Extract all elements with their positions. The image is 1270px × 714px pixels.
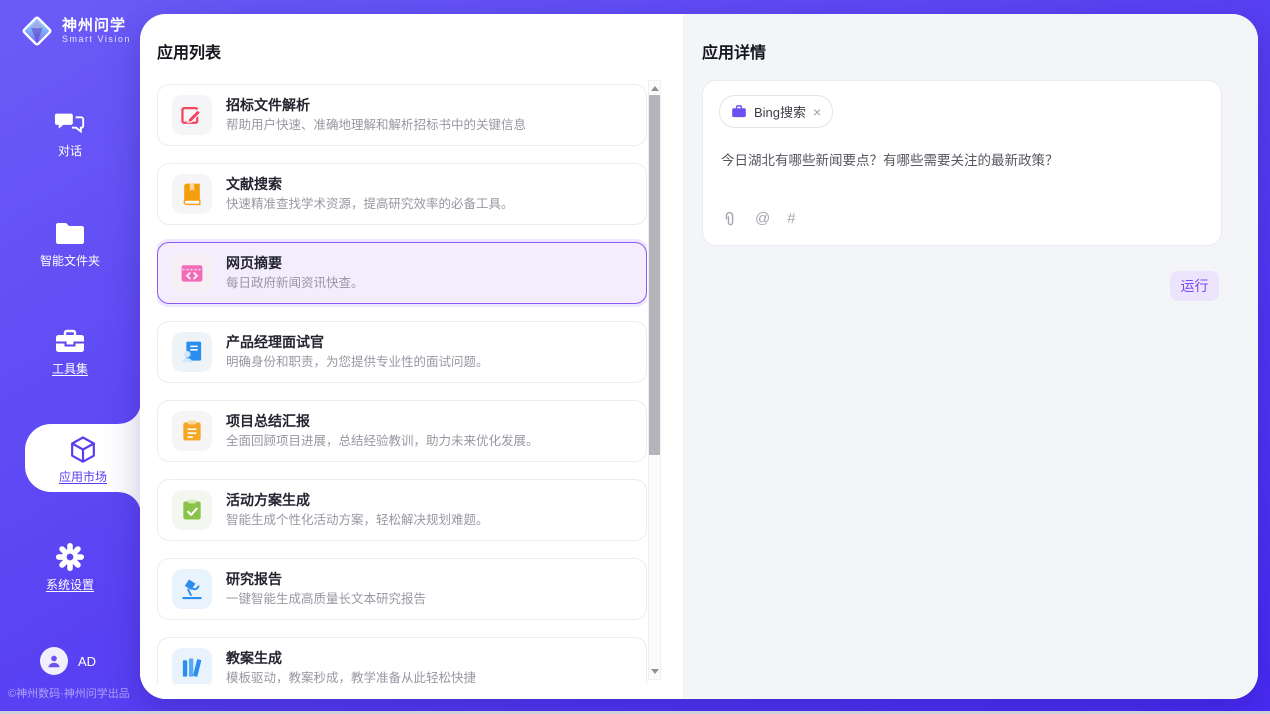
app-card-bid-document-analysis[interactable]: 招标文件解析 帮助用户快速、准确地理解和解析招标书中的关键信息 <box>157 84 647 146</box>
sidebar-item-label: 对话 <box>58 142 82 159</box>
app-card-texts: 招标文件解析 帮助用户快速、准确地理解和解析招标书中的关键信息 <box>226 96 526 134</box>
app-name: 项目总结汇报 <box>226 412 539 430</box>
browser-icon <box>172 253 212 293</box>
user-icon <box>40 647 68 675</box>
app-name: 文献搜索 <box>226 175 514 193</box>
sidebar-item-toolset[interactable]: 工具集 <box>0 326 140 378</box>
app-description: 智能生成个性化活动方案，轻松解决规划难题。 <box>226 512 489 529</box>
app-list: 招标文件解析 帮助用户快速、准确地理解和解析招标书中的关键信息 文献搜索 快速精… <box>157 84 647 684</box>
sidebar-item-app-market[interactable]: 应用市场 <box>25 424 141 492</box>
app-description: 全面回顾项目进展，总结经验教训，助力未来优化发展。 <box>226 433 539 450</box>
sidebar-item-label: 工具集 <box>52 360 88 377</box>
app-name: 研究报告 <box>226 570 426 588</box>
app-card-texts: 活动方案生成 智能生成个性化活动方案，轻松解决规划难题。 <box>226 491 489 529</box>
scrollbar[interactable] <box>648 80 661 680</box>
prompt-text[interactable]: 今日湖北有哪些新闻要点？有哪些需要关注的最新政策？ <box>721 151 1205 170</box>
composer-card[interactable]: Bing搜索 × 今日湖北有哪些新闻要点？有哪些需要关注的最新政策？ @# <box>702 80 1222 246</box>
app-description: 每日政府新闻资讯快查。 <box>226 275 364 292</box>
sidebar-item-label: 智能文件夹 <box>40 252 100 269</box>
composer-toolbar: @# <box>721 210 796 228</box>
scroll-down-icon[interactable] <box>651 669 659 674</box>
gear-icon <box>54 542 86 572</box>
app-name: 招标文件解析 <box>226 96 526 114</box>
app-name: 活动方案生成 <box>226 491 489 509</box>
at-icon[interactable]: @ <box>755 210 770 228</box>
app-description: 模板驱动，教案秒成，教学准备从此轻松快捷 <box>226 670 476 684</box>
paperclip-icon[interactable] <box>721 210 738 228</box>
app-card-texts: 研究报告 一键智能生成高质量长文本研究报告 <box>226 570 426 608</box>
interviewer-icon <box>172 332 212 372</box>
app-description: 快速精准查找学术资源，提高研究效率的必备工具。 <box>226 196 514 213</box>
copyright-footer: ©神州数码·神州问学出品 <box>8 685 130 701</box>
hash-icon[interactable]: # <box>787 210 795 228</box>
app-card-event-plan[interactable]: 活动方案生成 智能生成个性化活动方案，轻松解决规划难题。 <box>157 479 647 541</box>
sidebar-item-chat[interactable]: 对话 <box>0 108 140 160</box>
tool-chip[interactable]: Bing搜索 × <box>719 95 833 128</box>
app-name: 网页摘要 <box>226 254 364 272</box>
bubble-curve-bottom <box>119 492 141 514</box>
app-detail-title: 应用详情 <box>702 39 766 63</box>
briefcase-icon <box>731 104 747 119</box>
app-list-title: 应用列表 <box>157 39 221 63</box>
sidebar-item-system-settings[interactable]: 系统设置 <box>0 542 140 594</box>
clipboard-icon <box>172 411 212 451</box>
books-icon <box>172 648 212 684</box>
page: 神州问学 Smart Vision 对话 智能文件夹 工具集 应用市场 系统设置 <box>0 0 1270 714</box>
app-card-texts: 文献搜索 快速精准查找学术资源，提高研究效率的必备工具。 <box>226 175 514 213</box>
user-row[interactable]: AD <box>40 647 96 675</box>
app-card-literature-search[interactable]: 文献搜索 快速精准查找学术资源，提高研究效率的必备工具。 <box>157 163 647 225</box>
app-card-lesson-plan[interactable]: 教案生成 模板驱动，教案秒成，教学准备从此轻松快捷 <box>157 637 647 684</box>
app-description: 一键智能生成高质量长文本研究报告 <box>226 591 426 608</box>
user-label: AD <box>78 654 96 669</box>
app-card-web-summary[interactable]: 网页摘要 每日政府新闻资讯快查。 <box>157 242 647 304</box>
app-name: 产品经理面试官 <box>226 333 489 351</box>
sidebar-item-label: 应用市场 <box>59 468 107 485</box>
folder-icon <box>54 218 86 248</box>
app-detail-panel: 应用详情 Bing搜索 × 今日湖北有哪些新闻要点？有哪些需要关注的最新政策？ … <box>683 14 1258 699</box>
edit-doc-icon <box>172 95 212 135</box>
app-card-texts: 教案生成 模板驱动，教案秒成，教学准备从此轻松快捷 <box>226 649 476 684</box>
logo-title: 神州问学 <box>62 17 131 34</box>
cube-icon <box>67 435 99 465</box>
sidebar-item-smart-folders[interactable]: 智能文件夹 <box>0 218 140 270</box>
app-card-pm-interviewer[interactable]: 产品经理面试官 明确身份和职责，为您提供专业性的面试问题。 <box>157 321 647 383</box>
app-description: 明确身份和职责，为您提供专业性的面试问题。 <box>226 354 489 371</box>
logo-subtitle: Smart Vision <box>62 34 131 45</box>
microscope-icon <box>172 569 212 609</box>
app-card-texts: 网页摘要 每日政府新闻资讯快查。 <box>226 254 364 292</box>
toolbox-icon <box>54 326 86 356</box>
app-description: 帮助用户快速、准确地理解和解析招标书中的关键信息 <box>226 117 526 134</box>
scrollbar-thumb[interactable] <box>649 95 660 455</box>
app-card-texts: 产品经理面试官 明确身份和职责，为您提供专业性的面试问题。 <box>226 333 489 371</box>
content-sheet: 应用列表 招标文件解析 帮助用户快速、准确地理解和解析招标书中的关键信息 文献搜… <box>140 14 1258 699</box>
book-icon <box>172 174 212 214</box>
tool-chip-label: Bing搜索 <box>754 102 806 121</box>
diamond-logo-icon <box>18 12 56 50</box>
chat-icon <box>54 108 86 138</box>
run-button[interactable]: 运行 <box>1170 271 1219 301</box>
app-card-project-summary[interactable]: 项目总结汇报 全面回顾项目进展，总结经验教训，助力未来优化发展。 <box>157 400 647 462</box>
sidebar-item-label: 系统设置 <box>46 576 94 593</box>
logo-text: 神州问学 Smart Vision <box>62 17 131 45</box>
bubble-curve-top <box>119 402 141 424</box>
scroll-up-icon[interactable] <box>651 86 659 91</box>
app-name: 教案生成 <box>226 649 476 667</box>
app-card-research-report[interactable]: 研究报告 一键智能生成高质量长文本研究报告 <box>157 558 647 620</box>
app-list-panel: 应用列表 招标文件解析 帮助用户快速、准确地理解和解析招标书中的关键信息 文献搜… <box>140 14 683 699</box>
close-icon[interactable]: × <box>813 105 821 119</box>
clipboard-check-icon <box>172 490 212 530</box>
sidebar: 神州问学 Smart Vision 对话 智能文件夹 工具集 应用市场 系统设置 <box>0 0 140 711</box>
logo: 神州问学 Smart Vision <box>18 12 131 50</box>
app-card-texts: 项目总结汇报 全面回顾项目进展，总结经验教训，助力未来优化发展。 <box>226 412 539 450</box>
